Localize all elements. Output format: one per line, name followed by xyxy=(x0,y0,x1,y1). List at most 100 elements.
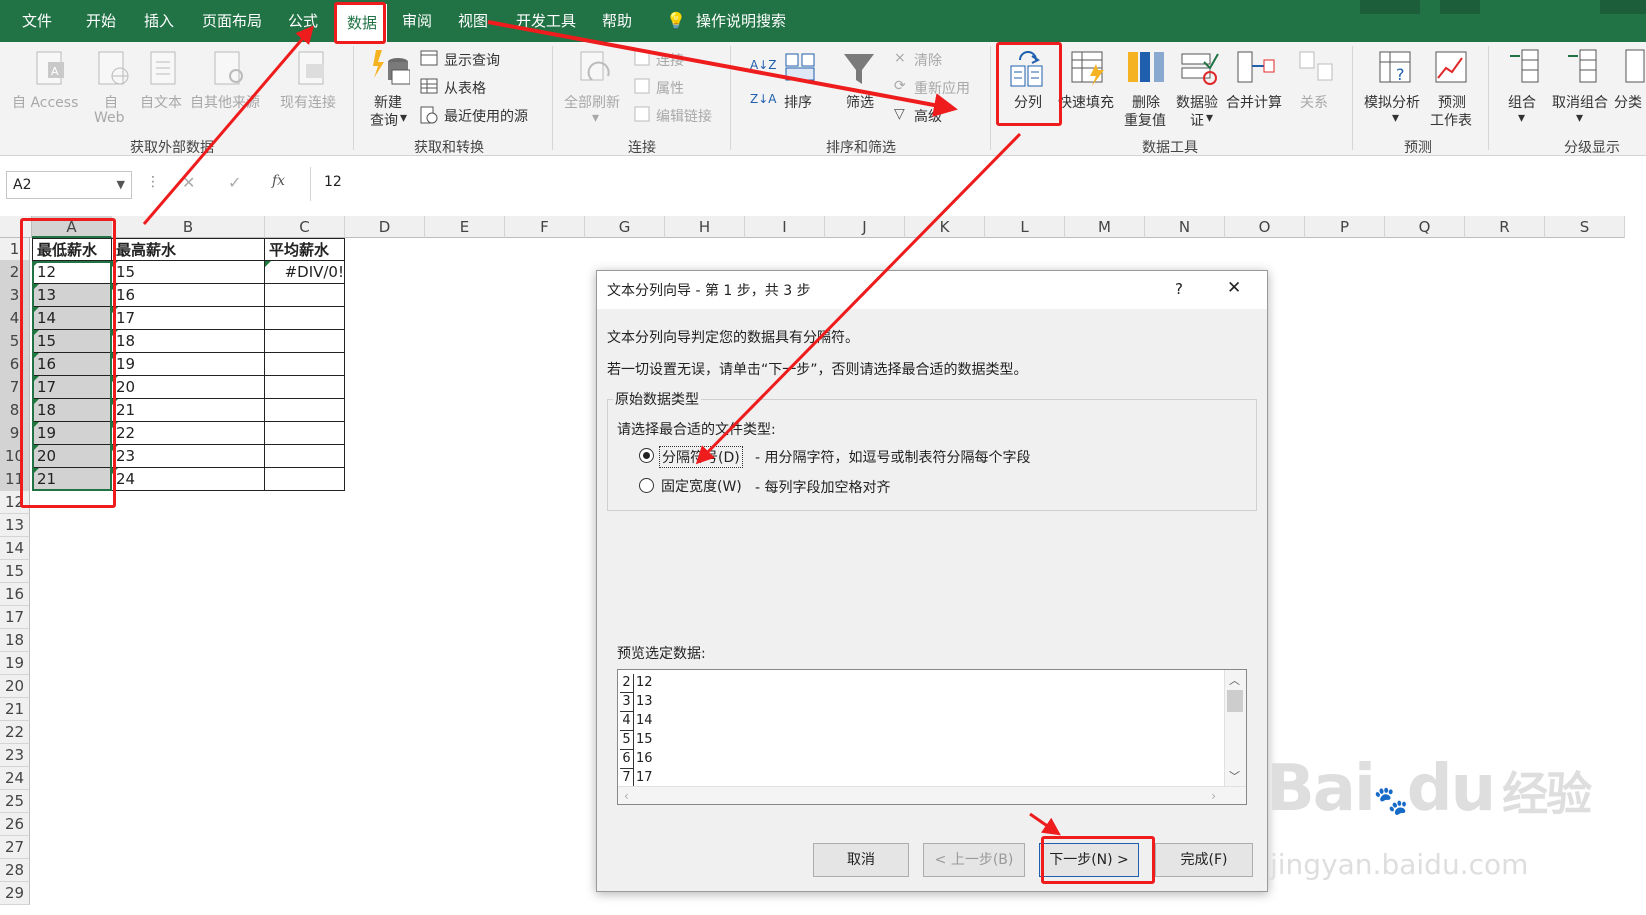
row-header-15[interactable]: 15 xyxy=(0,560,30,583)
max-salary-cell[interactable]: 15 xyxy=(112,261,265,284)
row-header-16[interactable]: 16 xyxy=(0,583,30,606)
max-salary-cell[interactable]: 18 xyxy=(112,330,265,353)
remove-duplicates-button[interactable]: 删除 xyxy=(1132,92,1160,112)
sort-ascending-button[interactable]: A↓Z xyxy=(750,58,776,72)
column-header-d[interactable]: D xyxy=(345,216,425,238)
header-cell[interactable]: 平均薪水 xyxy=(265,238,345,261)
subtotal-button[interactable]: 分类 xyxy=(1614,92,1642,112)
row-header-13[interactable]: 13 xyxy=(0,514,30,537)
column-header-s[interactable]: S xyxy=(1545,216,1625,238)
avg-salary-cell[interactable] xyxy=(265,284,345,307)
formula-input[interactable]: 12 xyxy=(324,174,342,190)
tab-page-layout[interactable]: 页面布局 xyxy=(202,0,262,42)
back-button[interactable]: < 上一步(B) xyxy=(923,843,1025,877)
fixed-width-label[interactable]: 固定宽度(W) xyxy=(661,476,742,496)
row-header-14[interactable]: 14 xyxy=(0,537,30,560)
row-header-22[interactable]: 22 xyxy=(0,721,30,744)
max-salary-cell[interactable]: 22 xyxy=(112,422,265,445)
new-query-dropdown[interactable]: 查询 xyxy=(370,110,398,130)
scrollbar-thumb[interactable] xyxy=(1227,690,1243,712)
row-header-29[interactable]: 29 xyxy=(0,882,30,905)
max-salary-cell[interactable]: 17 xyxy=(112,307,265,330)
tab-review[interactable]: 审阅 xyxy=(402,0,432,42)
from-text-button[interactable]: 自文本 xyxy=(140,92,182,112)
from-other-sources-button[interactable]: 自其他来源 xyxy=(190,92,260,112)
tab-view[interactable]: 视图 xyxy=(458,0,488,42)
row-header-17[interactable]: 17 xyxy=(0,606,30,629)
avg-salary-cell[interactable] xyxy=(265,468,345,491)
tell-me-search[interactable]: 操作说明搜索 xyxy=(696,0,786,42)
column-header-r[interactable]: R xyxy=(1465,216,1545,238)
relationships-button[interactable]: 关系 xyxy=(1300,92,1328,112)
chevron-down-icon[interactable]: ▼ xyxy=(117,172,125,198)
horizontal-scrollbar[interactable] xyxy=(618,786,1246,804)
scroll-right-icon[interactable]: › xyxy=(1211,789,1216,803)
avg-salary-cell[interactable] xyxy=(265,445,345,468)
row-header-18[interactable]: 18 xyxy=(0,629,30,652)
column-header-p[interactable]: P xyxy=(1305,216,1385,238)
avg-salary-cell[interactable] xyxy=(265,422,345,445)
column-header-e[interactable]: E xyxy=(425,216,505,238)
new-query-button[interactable]: 新建 xyxy=(374,92,402,112)
connections-button[interactable]: 连接 xyxy=(656,50,684,70)
close-icon[interactable]: ✕ xyxy=(1227,278,1241,298)
column-header-i[interactable]: I xyxy=(745,216,825,238)
insert-function-icon[interactable]: fx xyxy=(272,173,285,189)
cancel-icon[interactable]: ✕ xyxy=(182,173,195,192)
max-salary-cell[interactable]: 24 xyxy=(112,468,265,491)
from-web-button[interactable]: 自 xyxy=(104,92,118,112)
header-cell[interactable]: 最高薪水 xyxy=(112,238,265,261)
avg-salary-cell[interactable] xyxy=(265,330,345,353)
what-if-analysis-button[interactable]: 模拟分析 xyxy=(1364,92,1420,112)
row-header-21[interactable]: 21 xyxy=(0,698,30,721)
clear-filter-button[interactable]: 清除 xyxy=(914,50,942,70)
show-queries-button[interactable]: 显示查询 xyxy=(444,50,500,70)
row-header-25[interactable]: 25 xyxy=(0,790,30,813)
row-header-26[interactable]: 26 xyxy=(0,813,30,836)
tab-formulas[interactable]: 公式 xyxy=(288,0,318,42)
name-box[interactable]: A2 ▼ xyxy=(6,171,132,199)
column-header-l[interactable]: L xyxy=(985,216,1065,238)
column-header-j[interactable]: J xyxy=(825,216,905,238)
filter-button[interactable]: 筛选 xyxy=(846,92,874,112)
column-header-n[interactable]: N xyxy=(1145,216,1225,238)
row-header-23[interactable]: 23 xyxy=(0,744,30,767)
scroll-down-icon[interactable]: ﹀ xyxy=(1229,768,1240,784)
column-header-f[interactable]: F xyxy=(505,216,585,238)
edit-links-button[interactable]: 编辑链接 xyxy=(656,106,712,126)
tab-file[interactable]: 文件 xyxy=(22,0,52,42)
flash-fill-button[interactable]: 快速填充 xyxy=(1058,92,1114,112)
forecast-sheet-button[interactable]: 预测 xyxy=(1438,92,1466,112)
sort-button[interactable]: 排序 xyxy=(784,92,812,112)
group-button[interactable]: 组合 xyxy=(1508,92,1536,112)
avg-salary-cell[interactable] xyxy=(265,307,345,330)
row-header-28[interactable]: 28 xyxy=(0,859,30,882)
delimited-radio[interactable] xyxy=(639,448,654,463)
column-header-g[interactable]: G xyxy=(585,216,665,238)
column-header-o[interactable]: O xyxy=(1225,216,1305,238)
scroll-up-icon[interactable]: ︿ xyxy=(1229,672,1240,688)
row-header-24[interactable]: 24 xyxy=(0,767,30,790)
consolidate-button[interactable]: 合并计算 xyxy=(1226,92,1282,112)
column-header-m[interactable]: M xyxy=(1065,216,1145,238)
max-salary-cell[interactable]: 20 xyxy=(112,376,265,399)
properties-button[interactable]: 属性 xyxy=(656,78,684,98)
existing-connections-button[interactable]: 现有连接 xyxy=(280,92,336,112)
reapply-button[interactable]: 重新应用 xyxy=(914,78,970,98)
help-icon[interactable]: ? xyxy=(1175,280,1183,298)
column-header-c[interactable]: C xyxy=(265,216,345,238)
from-access-button[interactable]: 自 Access xyxy=(12,92,78,112)
from-table-button[interactable]: 从表格 xyxy=(444,78,486,98)
enter-icon[interactable]: ✓ xyxy=(228,173,241,192)
data-validation-button[interactable]: 数据验 xyxy=(1176,92,1218,112)
tab-developer[interactable]: 开发工具 xyxy=(516,0,576,42)
row-header-20[interactable]: 20 xyxy=(0,675,30,698)
ungroup-button[interactable]: 取消组合 xyxy=(1552,92,1608,112)
max-salary-cell[interactable]: 23 xyxy=(112,445,265,468)
column-header-b[interactable]: B xyxy=(112,216,265,238)
row-header-19[interactable]: 19 xyxy=(0,652,30,675)
avg-salary-cell[interactable] xyxy=(265,399,345,422)
avg-salary-cell[interactable] xyxy=(265,376,345,399)
preview-pane[interactable]: 2 12 3 13 4 14 5 15 6 16 7 17 ︿ ﹀ ‹ › xyxy=(617,669,1247,805)
avg-salary-cell[interactable] xyxy=(265,353,345,376)
